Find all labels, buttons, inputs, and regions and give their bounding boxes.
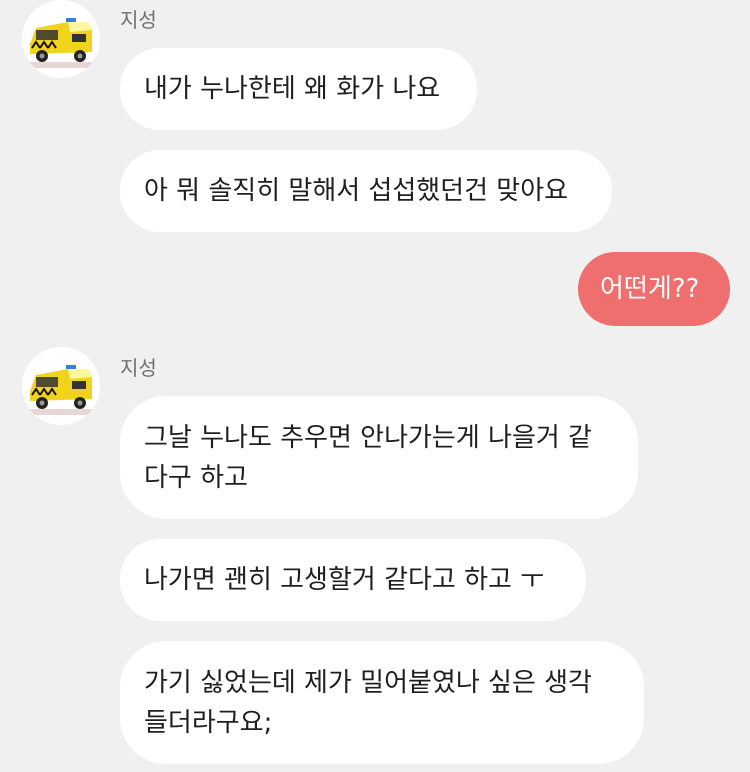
ambulance-toy-icon [22, 0, 100, 78]
message-bubble[interactable]: 나가면 괜히 고생할거 같다고 하고 ㅜ [120, 539, 586, 621]
sender-name: 지성 [120, 8, 157, 32]
outgoing-message-bubble[interactable]: 어떤게?? [578, 252, 730, 326]
avatar[interactable] [22, 347, 100, 425]
avatar[interactable] [22, 0, 100, 78]
message-bubble[interactable]: 아 뭐 솔직히 말해서 섭섭했던건 맞아요 [120, 150, 612, 232]
message-bubble[interactable]: 그날 누나도 추우면 안나가는게 나을거 같다구 하고 [120, 396, 638, 519]
sender-name: 지성 [120, 356, 157, 380]
ambulance-toy-icon [22, 347, 100, 425]
message-bubble[interactable]: 내가 누나한테 왜 화가 나요 [120, 48, 477, 130]
message-bubble[interactable]: 가기 싫었는데 제가 밀어붙였나 싶은 생각 들더라구요; [120, 641, 644, 764]
